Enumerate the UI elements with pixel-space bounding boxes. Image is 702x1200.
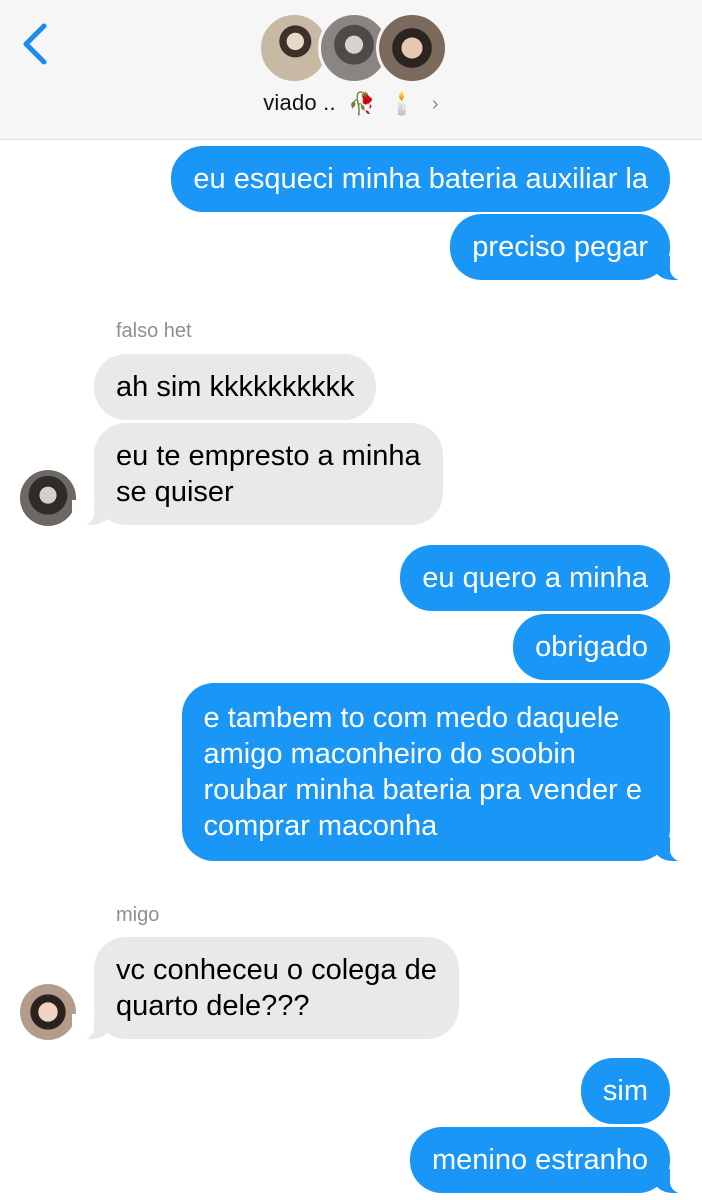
message-text-line: amigo maconheiro do soobin <box>203 738 576 770</box>
message-bubble-outgoing[interactable]: menino estranho <box>409 1127 693 1194</box>
message-bubble-outgoing[interactable]: e tambem to com medo daquele amigo macon… <box>181 683 693 862</box>
chevron-left-icon <box>23 23 47 65</box>
avatar[interactable] <box>20 984 76 1040</box>
message-text-line: vc conheceu o colega de <box>116 954 437 986</box>
message-bubble-incoming[interactable]: vc conheceu o colega de quarto dele??? <box>72 937 459 1040</box>
message-text: menino estranho <box>431 1144 648 1176</box>
wilted-rose-emoji: 🥀 <box>348 91 376 117</box>
message-text: eu esqueci minha bateria auxiliar la <box>193 163 648 195</box>
message-bubble-outgoing[interactable]: obrigado <box>513 614 670 680</box>
sender-name: migo <box>116 904 160 926</box>
message-text: eu quero a minha <box>422 562 648 594</box>
group-name-text: viado .. <box>263 90 336 115</box>
sender-name: falso het <box>116 320 192 342</box>
message-text-line: comprar maconha <box>203 810 438 842</box>
candle-emoji: 🕯️ <box>387 91 416 117</box>
message-text-line: quarto dele??? <box>116 990 310 1022</box>
message-text: ah sim kkkkkkkkkk <box>116 371 355 403</box>
message-bubble-incoming[interactable]: eu te empresto a minha se quiser <box>72 423 443 526</box>
message-text: obrigado <box>535 631 648 663</box>
message-text: preciso pegar <box>472 231 648 263</box>
group-avatars[interactable] <box>258 12 448 86</box>
message-bubble-outgoing[interactable]: sim <box>580 1058 670 1124</box>
message-bubble-outgoing[interactable]: eu esqueci minha bateria auxiliar la <box>171 146 670 212</box>
message-bubble-outgoing[interactable]: preciso pegar <box>450 214 692 281</box>
message-text-line: eu te empresto a minha <box>116 440 421 472</box>
group-title[interactable]: viado .. 🥀 🕯️ › <box>0 90 702 117</box>
avatar[interactable] <box>20 470 76 526</box>
back-button[interactable] <box>18 22 54 66</box>
message-bubble-incoming[interactable]: ah sim kkkkkkkkkk <box>94 354 377 420</box>
message-text-line: roubar minha bateria pra vender e <box>203 774 642 806</box>
chat-header: viado .. 🥀 🕯️ › <box>0 0 702 140</box>
chevron-right-icon: › <box>431 93 439 115</box>
message-text-line: e tambem to com medo daquele <box>203 702 620 734</box>
message-bubble-outgoing[interactable]: eu quero a minha <box>400 545 670 611</box>
message-text: sim <box>602 1075 648 1107</box>
message-text-line: se quiser <box>116 476 234 508</box>
avatar <box>376 12 448 84</box>
